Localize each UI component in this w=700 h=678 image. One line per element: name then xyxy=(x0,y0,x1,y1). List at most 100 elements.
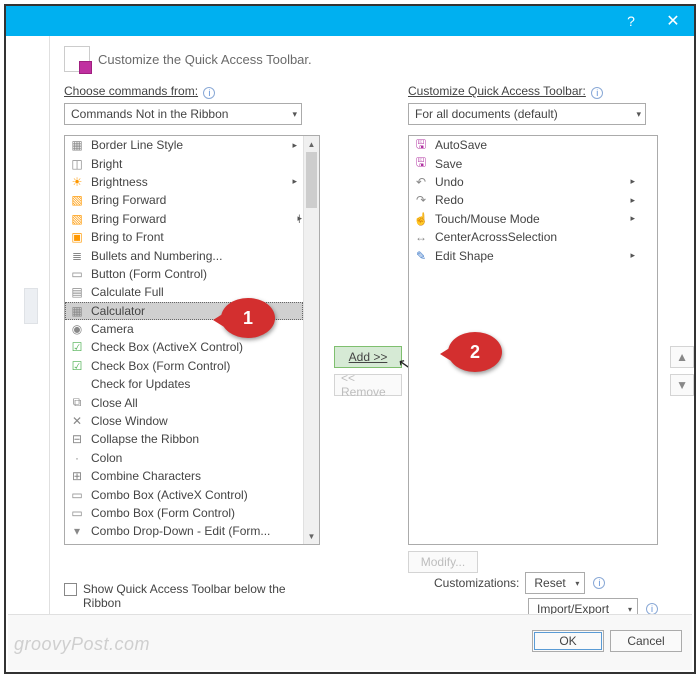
annotation-callout-1: 1 xyxy=(221,298,275,338)
list-item-label: Close Window xyxy=(91,414,168,428)
bring-front-icon: ▣ xyxy=(69,229,85,245)
cancel-button[interactable]: Cancel xyxy=(610,630,682,652)
chevron-right-split-icon: |▸ xyxy=(298,213,299,224)
list-item[interactable]: ▾Combo Drop-Down - Edit (Form... xyxy=(65,522,303,540)
scroll-thumb[interactable] xyxy=(306,152,317,208)
list-item[interactable]: ✎Edit Shape▸ xyxy=(409,246,641,264)
list-item[interactable]: ⊟Collapse the Ribbon xyxy=(65,430,303,448)
info-icon[interactable]: i xyxy=(591,87,603,99)
chevron-down-icon: ▾ xyxy=(636,109,641,120)
list-item[interactable]: ◫Bright xyxy=(65,154,303,172)
info-icon[interactable]: i xyxy=(203,87,215,99)
list-item-label: CenterAcrossSelection xyxy=(435,230,557,244)
scroll-down-icon[interactable]: ▼ xyxy=(304,528,319,544)
scroll-up-icon[interactable]: ▲ xyxy=(304,136,319,152)
list-item[interactable]: ▭ Combo Box (ActiveX Control) xyxy=(65,485,303,503)
list-item-label: Bring Forward xyxy=(91,212,166,226)
commands-listbox[interactable]: ▦Border Line Style▸◫Bright☀Brightness▸▧B… xyxy=(64,135,320,545)
list-item-label: Button (Form Control) xyxy=(91,267,207,281)
list-item-label: Combo List - Edit (Form Control) xyxy=(91,543,264,544)
chevron-right-icon: ▸ xyxy=(630,176,635,187)
list-item-label: Bring to Front xyxy=(91,230,164,244)
add-button[interactable]: Add >> xyxy=(334,346,402,368)
list-item-label: Border Line Style xyxy=(91,138,183,152)
list-item-label: Calculate Full xyxy=(91,285,164,299)
list-item[interactable]: ☑Check Box (Form Control) xyxy=(65,357,303,375)
list-item-label: Save xyxy=(435,157,462,171)
close-window-icon: ✕ xyxy=(69,413,85,429)
blank-icon xyxy=(69,376,85,392)
list-item[interactable]: ↷ Redo ▸ xyxy=(409,191,641,209)
save-icon: 🖫 xyxy=(413,156,429,172)
list-item[interactable]: ▣ Bring to Front xyxy=(65,228,303,246)
list-item[interactable]: ✕ Close Window xyxy=(65,412,303,430)
combo-dd-icon: ▾ xyxy=(69,523,85,539)
customize-qat-dropdown[interactable]: For all documents (default) ▾ xyxy=(408,103,646,125)
list-item-label: Check for Updates xyxy=(91,377,190,391)
list-item[interactable]: · Colon xyxy=(65,449,303,467)
list-item[interactable]: ▤ Calculate Full xyxy=(65,283,303,301)
camera-icon: ◉ xyxy=(69,321,85,337)
qat-listbox[interactable]: 🖫 AutoSave 🖫 Save ↶Undo▸↷ Redo ▸ ☝ Touch/Mouse M… xyxy=(408,135,658,545)
dropdown-value: Commands Not in the Ribbon xyxy=(71,107,228,121)
close-button[interactable]: ✕ xyxy=(652,6,694,36)
edit-shape-icon: ✎ xyxy=(413,248,429,264)
button-icon: ▭ xyxy=(69,266,85,282)
list-item-label: Combine Characters xyxy=(91,469,201,483)
list-item[interactable]: ↔ CenterAcrossSelection xyxy=(409,228,641,246)
bring-forward-icon: ▧ xyxy=(69,211,85,227)
list-item-label: Combo Box (ActiveX Control) xyxy=(91,488,248,502)
list-item[interactable]: 🖫 AutoSave xyxy=(409,136,641,154)
show-qat-below-checkbox[interactable] xyxy=(64,583,77,596)
center-icon: ↔ xyxy=(413,229,429,245)
chevron-right-icon: ▸ xyxy=(292,176,297,187)
scrollbar[interactable]: ▲ ▼ xyxy=(303,136,319,544)
autosave-icon: 🖫 xyxy=(413,137,429,153)
list-item-label: Colon xyxy=(91,451,122,465)
info-icon[interactable]: i xyxy=(593,577,605,589)
list-item[interactable]: ▦ Border Line Style ▸ xyxy=(65,136,303,154)
touch-icon: ☝ xyxy=(413,211,429,227)
chevron-right-icon: ▸ xyxy=(630,213,635,224)
colon-icon: · xyxy=(69,450,85,466)
chevron-right-icon: ▸ xyxy=(630,195,635,206)
list-item[interactable]: Check for Updates xyxy=(65,375,303,393)
list-item-label: Close All xyxy=(91,396,138,410)
move-up-button: ▲ xyxy=(670,346,694,368)
list-item-label: Redo xyxy=(435,193,464,207)
list-item[interactable]: ⧉ Close All xyxy=(65,393,303,411)
choose-commands-dropdown[interactable]: Commands Not in the Ribbon ▾ xyxy=(64,103,302,125)
list-item-label: Collapse the Ribbon xyxy=(91,432,199,446)
border-icon: ▦ xyxy=(69,137,85,153)
options-tab-strip[interactable] xyxy=(24,288,38,324)
list-item-label: Camera xyxy=(91,322,134,336)
list-item[interactable]: ▧Bring Forward xyxy=(65,191,303,209)
undo-icon: ↶ xyxy=(413,174,429,190)
list-item-label: AutoSave xyxy=(435,138,487,152)
redo-icon: ↷ xyxy=(413,192,429,208)
ok-button[interactable]: OK xyxy=(532,630,604,652)
calc-full-icon: ▤ xyxy=(69,284,85,300)
list-item-label: Check Box (ActiveX Control) xyxy=(91,340,243,354)
list-item[interactable]: ☝ Touch/Mouse Mode ▸ xyxy=(409,210,641,228)
list-item[interactable]: ⊞Combine Characters xyxy=(65,467,303,485)
list-item[interactable]: ☑Check Box (ActiveX Control) xyxy=(65,338,303,356)
list-item[interactable]: ▤Combo List - Edit (Form Control) xyxy=(65,541,303,544)
list-item[interactable]: ↶Undo▸ xyxy=(409,173,641,191)
list-item[interactable]: ▭ Button (Form Control) xyxy=(65,265,303,283)
titlebar: ? ✕ xyxy=(6,6,694,36)
list-item-label: Touch/Mouse Mode xyxy=(435,212,540,226)
list-item[interactable]: ▧ Bring Forward |▸ xyxy=(65,210,303,228)
help-button[interactable]: ? xyxy=(610,6,652,36)
close-all-icon: ⧉ xyxy=(69,395,85,411)
list-item[interactable]: ▭Combo Box (Form Control) xyxy=(65,504,303,522)
list-item[interactable]: 🖫 Save xyxy=(409,154,641,172)
dialog-footer: groovyPost.com OK Cancel xyxy=(8,614,692,670)
show-qat-below-label: Show Quick Access Toolbar below the Ribb… xyxy=(83,582,314,610)
list-item[interactable]: ☀Brightness▸ xyxy=(65,173,303,191)
combo-icon: ▭ xyxy=(69,487,85,503)
page-heading: Customize the Quick Access Toolbar. xyxy=(98,52,312,67)
chevron-right-icon: ▸ xyxy=(292,140,297,151)
reset-button[interactable]: Reset ▾ xyxy=(525,572,585,594)
list-item[interactable]: ≣Bullets and Numbering... xyxy=(65,246,303,264)
